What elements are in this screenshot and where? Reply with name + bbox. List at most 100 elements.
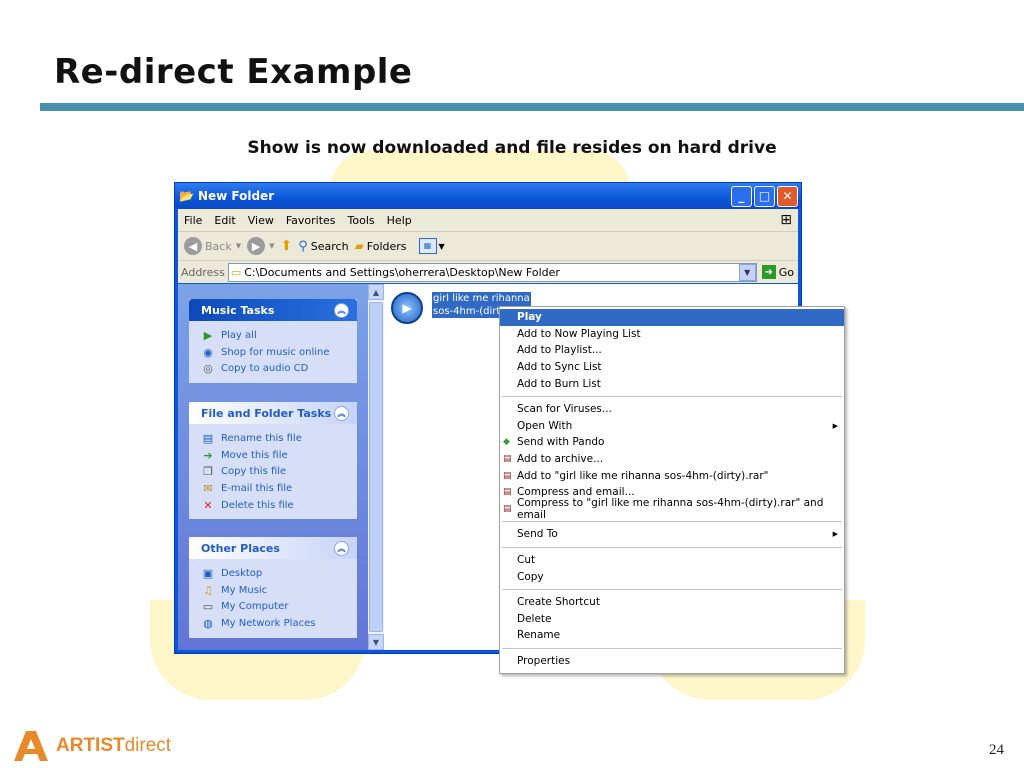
place-desktop[interactable]: ▣ Desktop xyxy=(201,565,357,582)
window-titlebar[interactable]: 📂 New Folder _ □ ✕ xyxy=(175,183,801,209)
task-copy-audio-cd[interactable]: ◎ Copy to audio CD xyxy=(201,360,357,377)
menu-separator xyxy=(502,647,842,649)
task-move-file[interactable]: ➔ Move this file xyxy=(201,447,357,464)
task-delete-file[interactable]: ✕ Delete this file xyxy=(201,497,357,514)
windows-logo-icon: ⊞ xyxy=(780,212,792,228)
up-folder-button[interactable]: ⬆ xyxy=(281,238,293,254)
toolbar: ◀ Back ▼ ▶ ▼ ⬆ ⚲ Search ▰ Folders ▦ ▼ xyxy=(178,232,798,261)
ctx-add-archive[interactable]: ▤ Add to archive... xyxy=(500,451,844,468)
chevron-down-icon: ▼ xyxy=(235,242,242,250)
submenu-arrow-icon: ▶ xyxy=(832,421,838,430)
title-rule xyxy=(40,103,1024,111)
ctx-compress-to-rar-email[interactable]: ▤ Compress to "girl like me rihanna sos-4… xyxy=(500,497,844,521)
scroll-thumb[interactable] xyxy=(369,302,383,632)
close-button[interactable]: ✕ xyxy=(777,185,798,207)
ctx-send-to[interactable]: Send To ▶ xyxy=(500,526,844,543)
folders-icon: ▰ xyxy=(354,239,364,253)
collapse-icon[interactable]: ︽ xyxy=(334,302,349,318)
place-my-computer[interactable]: ▭ My Computer xyxy=(201,598,357,615)
music-tasks-panel: Music Tasks ︽ ▶ Play all ◉ Shop for music … xyxy=(189,299,357,384)
scroll-down-button[interactable]: ▼ xyxy=(368,634,384,650)
views-button[interactable]: ▦ ▼ xyxy=(418,238,445,254)
menu-separator xyxy=(502,521,842,523)
ctx-rename[interactable]: Rename xyxy=(500,627,844,644)
music-tasks-header[interactable]: Music Tasks ︽ xyxy=(189,299,357,321)
address-bar: Address ▭ C:\Documents and Settings\oher… xyxy=(178,261,798,283)
go-arrow-icon: ➜ xyxy=(761,265,776,279)
address-dropdown-button[interactable]: ▼ xyxy=(738,263,756,281)
address-value: C:\Documents and Settings\oherrera\Deskt… xyxy=(244,265,560,279)
ctx-open-with[interactable]: Open With ▶ xyxy=(500,418,844,435)
ctx-create-shortcut[interactable]: Create Shortcut xyxy=(500,594,844,611)
other-places-header[interactable]: Other Places ︽ xyxy=(189,537,357,559)
window-title: New Folder xyxy=(197,189,275,203)
ctx-cut[interactable]: Cut xyxy=(500,552,844,569)
minimize-button[interactable]: _ xyxy=(731,185,752,207)
task-email-file[interactable]: ✉ E-mail this file xyxy=(201,480,357,497)
rename-icon: ▤ xyxy=(202,431,214,445)
email-icon: ✉ xyxy=(203,481,213,495)
task-rename-file[interactable]: ▤ Rename this file xyxy=(201,430,357,447)
computer-icon: ▭ xyxy=(202,600,214,614)
go-button[interactable]: ➜ Go xyxy=(761,265,794,279)
ctx-play[interactable]: Play xyxy=(500,309,844,326)
task-copy-file[interactable]: ❐ Copy this file xyxy=(201,463,357,480)
ctx-copy[interactable]: Copy xyxy=(500,568,844,585)
menu-view[interactable]: View xyxy=(242,214,280,227)
task-pane: Music Tasks ︽ ▶ Play all ◉ Shop for music … xyxy=(178,284,368,650)
chevron-down-icon: ▼ xyxy=(438,241,445,251)
other-places-panel: Other Places ︽ ▣ Desktop ♫ My Music ▭ My Co… xyxy=(189,537,357,638)
ctx-add-sync-list[interactable]: Add to Sync List xyxy=(500,359,844,376)
media-file-icon[interactable]: ▶ xyxy=(391,292,423,324)
artistdirect-logo-icon xyxy=(14,731,48,761)
ctx-add-playlist[interactable]: Add to Playlist... xyxy=(500,342,844,359)
menu-help[interactable]: Help xyxy=(381,214,418,227)
folder-icon: 📂 xyxy=(179,189,194,203)
ctx-add-to-rar[interactable]: ▤ Add to "girl like me rihanna sos-4hm-(d… xyxy=(500,467,844,484)
collapse-icon[interactable]: ︽ xyxy=(334,540,349,556)
place-my-music[interactable]: ♫ My Music xyxy=(201,582,357,599)
menu-edit[interactable]: Edit xyxy=(208,214,241,227)
collapse-icon[interactable]: ︽ xyxy=(334,405,349,421)
search-button[interactable]: ⚲ Search xyxy=(298,239,348,254)
address-input[interactable]: ▭ C:\Documents and Settings\oherrera\Des… xyxy=(227,262,757,282)
scroll-up-button[interactable]: ▲ xyxy=(368,284,384,300)
menu-separator xyxy=(502,395,842,397)
winrar-icon: ▤ xyxy=(503,470,512,481)
pando-icon: ◆ xyxy=(503,437,510,448)
file-folder-tasks-header[interactable]: File and Folder Tasks ︽ xyxy=(189,402,357,424)
delete-icon: ✕ xyxy=(203,498,213,512)
page-number: 24 xyxy=(989,742,1004,758)
menu-tools[interactable]: Tools xyxy=(342,214,381,227)
maximize-button[interactable]: □ xyxy=(754,185,775,207)
ctx-add-burn-list[interactable]: Add to Burn List xyxy=(500,375,844,392)
search-icon: ⚲ xyxy=(298,238,308,254)
place-my-network[interactable]: ◍ My Network Places xyxy=(201,615,357,632)
ctx-delete[interactable]: Delete xyxy=(500,611,844,628)
move-icon: ➔ xyxy=(203,448,213,462)
menu-separator xyxy=(502,588,842,590)
music-folder-icon: ♫ xyxy=(203,583,213,597)
folders-button[interactable]: ▰ Folders xyxy=(355,239,407,253)
winrar-icon: ▤ xyxy=(503,454,512,465)
back-button[interactable]: ◀ Back ▼ xyxy=(184,237,241,255)
play-icon: ▶ xyxy=(203,328,213,342)
back-arrow-icon: ◀ xyxy=(184,237,202,255)
menu-file[interactable]: File xyxy=(178,214,208,227)
ctx-scan-viruses[interactable]: Scan for Viruses... xyxy=(500,401,844,418)
network-icon: ◍ xyxy=(203,616,213,630)
up-folder-icon: ⬆ xyxy=(280,238,293,254)
task-play-all[interactable]: ▶ Play all xyxy=(201,327,357,344)
task-shop-music[interactable]: ◉ Shop for music online xyxy=(201,344,357,361)
vertical-scrollbar[interactable]: ▲ ▼ xyxy=(368,284,384,650)
forward-button[interactable]: ▶ ▼ xyxy=(247,237,275,255)
forward-arrow-icon: ▶ xyxy=(247,237,266,255)
context-menu: Play Add to Now Playing List Add to Play… xyxy=(499,306,845,674)
views-icon: ▦ xyxy=(418,238,437,254)
logo-text: ARTISTdirect xyxy=(56,735,172,756)
ctx-send-pando[interactable]: ◆ Send with Pando xyxy=(500,434,844,451)
ctx-add-now-playing[interactable]: Add to Now Playing List xyxy=(500,326,844,343)
menu-favorites[interactable]: Favorites xyxy=(280,214,342,227)
menu-bar: File Edit View Favorites Tools Help ⊞ xyxy=(178,209,798,232)
ctx-properties[interactable]: Properties xyxy=(500,653,844,670)
